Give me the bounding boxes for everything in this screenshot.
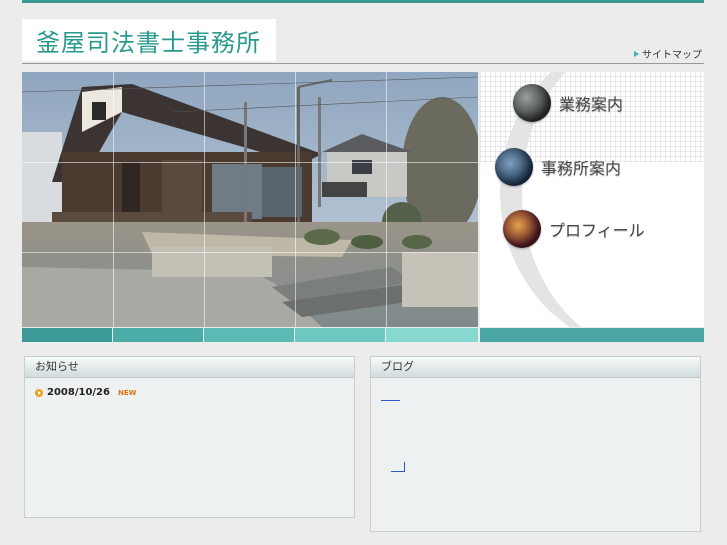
scales-icon (513, 84, 551, 122)
hero-grid-line (386, 72, 387, 327)
menu-item-services-label: 業務案内 (559, 95, 624, 114)
hero-grid-line (113, 72, 114, 327)
main-menu: 業務案内 事務所案内 プロフィール (480, 72, 704, 327)
menu-item-services[interactable]: 業務案内 (513, 84, 623, 122)
blog-entry-link[interactable] (381, 400, 400, 401)
arrow-right-icon (634, 50, 639, 57)
site-logo[interactable]: 釜屋司法書士事務所 (22, 19, 276, 61)
color-strip-segment (204, 328, 294, 342)
color-strip-segment (295, 328, 385, 342)
hero-photo (22, 72, 478, 327)
news-panel: お知らせ 2008/10/26 NEW (24, 356, 355, 518)
menu-item-profile[interactable]: プロフィール (503, 210, 645, 248)
color-strip-segment (480, 328, 704, 342)
color-strip-segment (386, 328, 478, 342)
header-divider (22, 63, 704, 64)
menu-item-profile-label: プロフィール (549, 221, 645, 240)
hero-grid-line (22, 252, 478, 253)
sitemap-link[interactable]: サイトマップ (634, 46, 702, 61)
news-panel-title: お知らせ (25, 357, 354, 378)
hero-grid-line (295, 72, 296, 327)
top-accent-bar (22, 0, 704, 3)
hero-grid-line (204, 72, 205, 327)
color-strip-segment (113, 328, 203, 342)
news-item[interactable]: 2008/10/26 NEW (35, 387, 136, 398)
menu-item-office[interactable]: 事務所案内 (495, 148, 621, 186)
blog-panel-title: ブログ (371, 357, 700, 378)
hero-grid-line (22, 162, 478, 163)
lights-icon (503, 210, 541, 248)
blog-entry-link[interactable] (391, 471, 405, 472)
blog-panel: ブログ (370, 356, 701, 532)
site-logo-text: 釜屋司法書士事務所 (36, 28, 261, 57)
building-icon (495, 148, 533, 186)
sitemap-label: サイトマップ (642, 50, 702, 61)
new-badge: NEW (117, 388, 137, 397)
color-strip-segment (22, 328, 112, 342)
bullet-arrow-icon (35, 388, 43, 397)
house-photo-illustration (22, 72, 478, 327)
menu-item-office-label: 事務所案内 (541, 159, 622, 178)
blog-entry-marker (404, 462, 405, 472)
news-date: 2008/10/26 (47, 387, 110, 398)
